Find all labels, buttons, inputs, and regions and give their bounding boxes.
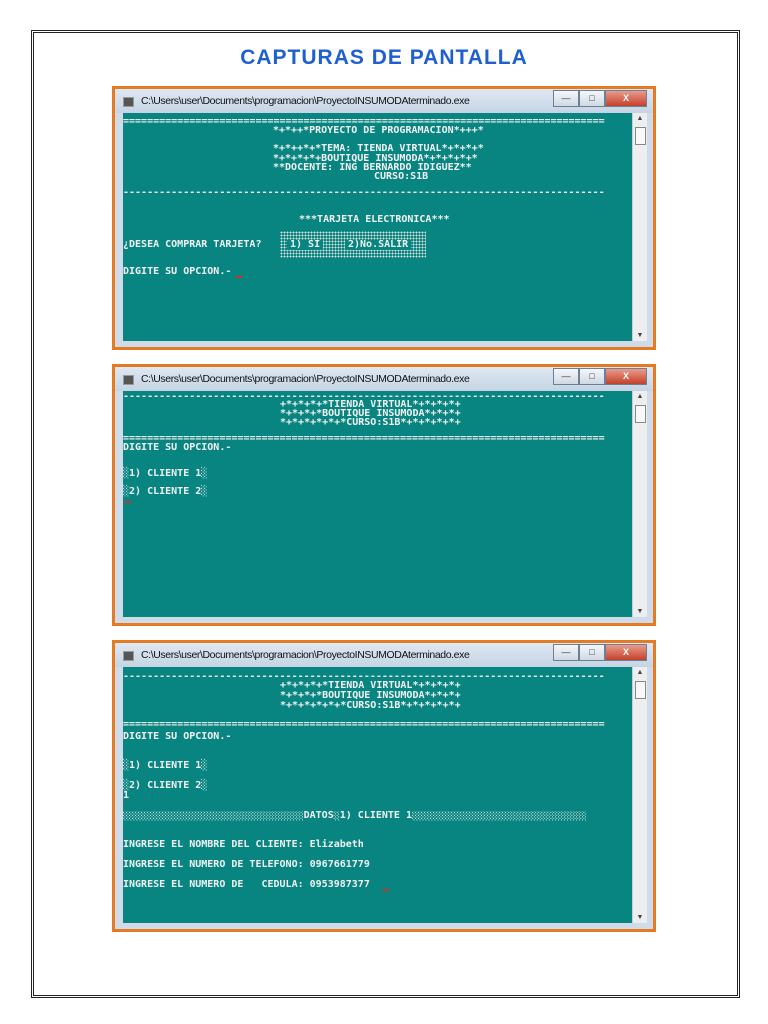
cursor xyxy=(125,501,131,503)
window-title: C:\Users\user\Documents\programacion\Pro… xyxy=(141,373,470,385)
title-bar: C:\Users\user\Documents\programacion\Pro… xyxy=(115,89,653,113)
title-bar: C:\Users\user\Documents\programacion\Pro… xyxy=(115,643,653,667)
close-button[interactable]: X xyxy=(605,90,647,107)
menu-option-cliente-1: ░1) CLIENTE 1░ xyxy=(123,468,208,479)
app-icon xyxy=(123,97,134,107)
app-icon xyxy=(123,375,134,385)
maximize-button[interactable]: □ xyxy=(579,368,605,385)
close-button[interactable]: X xyxy=(605,644,647,661)
page-title: CAPTURAS DE PANTALLA xyxy=(240,46,528,69)
question-text: ¿DESEA COMPRAR TARJETA? xyxy=(123,239,262,250)
console-line: *+*+*+*+*+*CURSO:S1B*+*+*+*+*+ xyxy=(280,700,461,711)
console-window-2: C:\Users\user\Documents\programacion\Pro… xyxy=(112,364,656,626)
scrollbar[interactable]: ▲ ▼ xyxy=(632,667,647,923)
console-line: *+*+*+*+*+*CURSO:S1B*+*+*+*+*+ xyxy=(280,417,461,428)
console-output: ========================================… xyxy=(123,113,633,341)
minimize-button[interactable]: — xyxy=(553,644,579,661)
option-salir: 2)No.SALIR xyxy=(345,240,412,250)
console-line: ***TARJETA ELECTRONICA*** xyxy=(299,214,450,225)
cursor xyxy=(236,276,242,278)
maximize-button[interactable]: □ xyxy=(579,644,605,661)
title-bar: C:\Users\user\Documents\programacion\Pro… xyxy=(115,367,653,391)
telefono-line: INGRESE EL NUMERO DE TELEFONO: 096766177… xyxy=(123,859,370,870)
cedula-line: INGRESE EL NUMERO DE CEDULA: 0953987377 xyxy=(123,879,370,890)
console-window-3: C:\Users\user\Documents\programacion\Pro… xyxy=(112,640,656,932)
rule: ========================================… xyxy=(123,720,605,730)
minimize-button[interactable]: — xyxy=(553,90,579,107)
menu-option-cliente-2: ░2) CLIENTE 2░ xyxy=(123,486,208,497)
window-title: C:\Users\user\Documents\programacion\Pro… xyxy=(141,95,470,107)
app-icon xyxy=(123,651,134,661)
nombre-line: INGRESE EL NOMBRE DEL CLIENTE: Elizabeth xyxy=(123,839,364,850)
prompt-text: DIGITE SU OPCION.- xyxy=(123,266,232,277)
scrollbar[interactable]: ▲ ▼ xyxy=(632,391,647,617)
console-output: ----------------------------------------… xyxy=(123,667,633,923)
console-output: ----------------------------------------… xyxy=(123,391,633,617)
console-line: **DOCENTE: ING BERNARDO IDIGUEZ** xyxy=(273,162,472,173)
datos-header: ░░░░░░░░░░░░░░░░░░░░░░░░░░░░░░DATOS░1) C… xyxy=(123,811,587,821)
console-line: CURSO:S1B xyxy=(374,171,429,182)
rule: ----------------------------------------… xyxy=(123,188,605,198)
minimize-button[interactable]: — xyxy=(553,368,579,385)
prompt-text: DIGITE SU OPCION.- xyxy=(123,442,232,453)
window-title: C:\Users\user\Documents\programacion\Pro… xyxy=(141,649,470,661)
user-input: 1 xyxy=(123,790,130,801)
cursor xyxy=(383,889,389,891)
menu-option-cliente-1: ░1) CLIENTE 1░ xyxy=(123,760,208,771)
scrollbar[interactable]: ▲ ▼ xyxy=(632,113,647,341)
console-line: *+*++*PROYECTO DE PROGRAMACION*+++* xyxy=(273,125,484,136)
close-button[interactable]: X xyxy=(605,368,647,385)
prompt-text: DIGITE SU OPCION.- xyxy=(123,731,232,742)
menu-option-cliente-2: ░2) CLIENTE 2░ xyxy=(123,780,208,791)
console-window-1: C:\Users\user\Documents\programacion\Pro… xyxy=(112,86,656,350)
maximize-button[interactable]: □ xyxy=(579,90,605,107)
option-si: 1) SI xyxy=(287,240,324,250)
